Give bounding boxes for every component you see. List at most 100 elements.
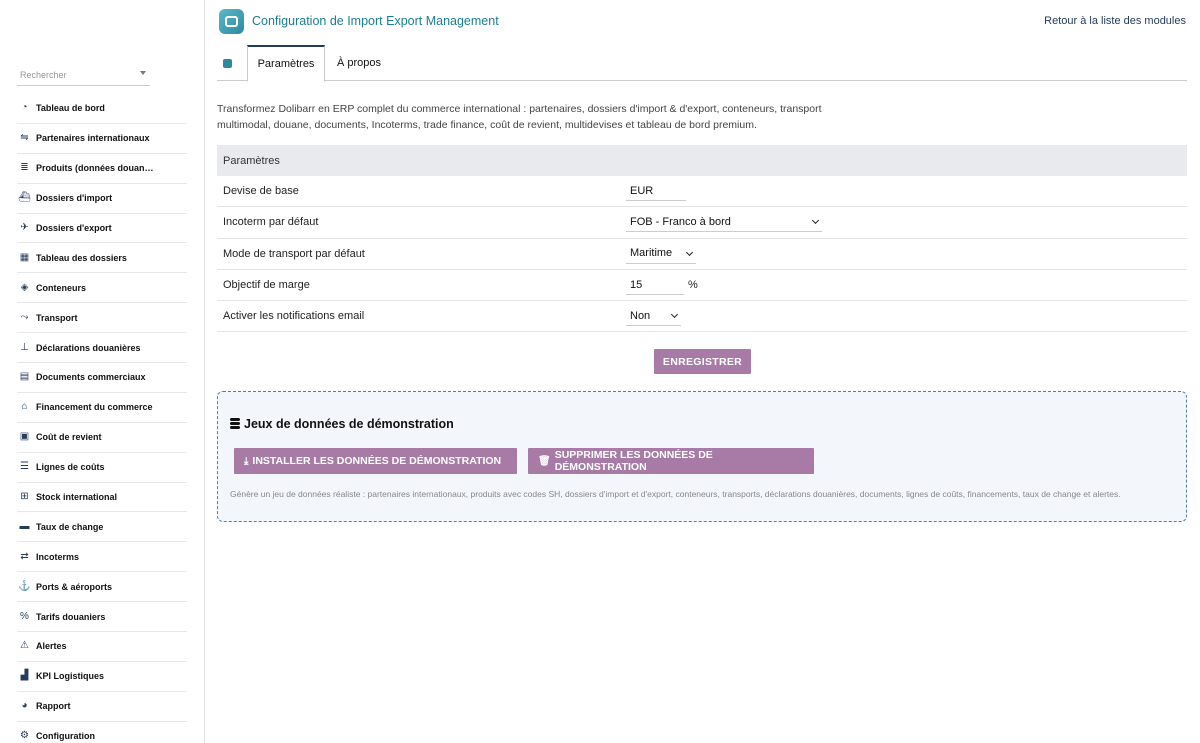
sidebar-item-files-table[interactable]: ▦ Tableau des dossiers <box>17 243 187 274</box>
chevron-down-icon <box>685 248 694 256</box>
setting-label: Mode de transport par défaut <box>223 247 365 260</box>
sidebar-item-partners[interactable]: ⇋ Partenaires internationaux <box>17 123 187 154</box>
setting-row-default-incoterm: Incoterm par défaut FOB - Franco à bord <box>217 207 1187 239</box>
sidebar-item-alerts[interactable]: ⚠ Alertes <box>17 632 187 662</box>
search-placeholder: Rechercher <box>20 70 67 80</box>
delete-demo-data-button[interactable]: 🗑 SUPPRIMER LES DONNÉES DE DÉMONSTRATION <box>528 448 814 474</box>
sidebar-item-label: Documents commerciaux <box>36 372 146 383</box>
sidebar-item-containers[interactable]: ◈ Conteneurs <box>17 273 187 304</box>
download-icon: ⤓ <box>244 455 249 467</box>
sidebar-item-label: Financement du commerce <box>36 402 153 413</box>
sidebar-item-report[interactable]: ◕ Rapport <box>17 691 187 722</box>
sidebar-item-exchange-rates[interactable]: ▬ Taux de change <box>17 512 187 543</box>
sidebar-item-configuration[interactable]: ⚙ Configuration <box>17 721 187 743</box>
email-notifications-select[interactable]: Non <box>626 306 681 327</box>
demo-data-title: Jeux de données de démonstration <box>230 417 454 431</box>
sidebar-item-label: Produits (données douaniè... <box>36 163 154 174</box>
handshake-icon: ⇋ <box>20 132 29 144</box>
trash-icon: 🗑 <box>538 455 551 467</box>
margin-target-input[interactable]: 15 <box>626 275 684 296</box>
percent-icon: % <box>20 610 29 622</box>
tab-about[interactable]: À propos <box>325 45 393 81</box>
sidebar-item-customs-declarations[interactable]: ⊥ Déclarations douanières <box>17 333 187 364</box>
stamp-icon: ⊥ <box>20 341 29 353</box>
sidebar-item-trade-finance[interactable]: ⌂ Financement du commerce <box>17 392 187 423</box>
sidebar-item-international-stock[interactable]: ⊞ Stock international <box>17 482 187 513</box>
settings-table-header: Paramètres <box>217 145 1187 176</box>
sidebar-item-label: Dossiers d'export <box>36 223 112 233</box>
sidebar-item-commercial-documents[interactable]: ▤ Documents commerciaux <box>17 363 187 393</box>
sidebar-item-label: Tarifs douaniers <box>36 611 106 622</box>
sidebar-item-label: Coût de revient <box>36 432 102 443</box>
dashboard-icon: ◔ <box>21 102 28 114</box>
base-currency-input[interactable]: EUR <box>626 181 686 202</box>
pie-icon: ◕ <box>21 700 28 712</box>
calculator-icon: ▣ <box>19 431 30 443</box>
margin-unit: % <box>688 279 698 292</box>
module-logo-icon <box>219 9 244 34</box>
setting-label: Activer les notifications email <box>223 310 365 323</box>
sidebar-item-export-files[interactable]: ✈ Dossiers d'export <box>17 213 187 244</box>
sidebar-item-label: Alertes <box>36 641 67 652</box>
sidebar-menu: ◔ Tableau de bord ⇋ Partenaires internatio… <box>17 94 187 743</box>
default-incoterm-select[interactable]: FOB - Franco à bord <box>626 212 822 233</box>
install-demo-data-label: INSTALLER LES DONNÉES DE DÉMONSTRATION <box>252 455 502 467</box>
chevron-down-icon <box>140 71 146 75</box>
sidebar-item-label: Tableau de bord <box>36 103 105 114</box>
setting-row-email-notifications: Activer les notifications email Non <box>217 301 1187 333</box>
email-notifications-value: Non <box>630 309 651 322</box>
sidebar-item-cost-price[interactable]: ▣ Coût de revient <box>17 422 187 453</box>
sidebar-item-transport[interactable]: ⤳ Transport <box>17 303 187 334</box>
sidebar-item-label: Rapport <box>36 701 71 712</box>
sidebar-item-label: Taux de change <box>36 521 104 532</box>
chevron-down-icon <box>670 311 679 319</box>
sidebar-item-import-files[interactable]: ⛴ Dossiers d'import <box>17 183 187 214</box>
exchange-icon: ⇄ <box>20 550 29 562</box>
setting-label: Incoterm par défaut <box>223 216 319 229</box>
warehouse-icon: ⊞ <box>20 491 29 503</box>
sidebar-item-label: Conteneurs <box>36 282 87 293</box>
anchor-icon: ⚓ <box>18 580 31 592</box>
search-select[interactable]: Rechercher <box>17 66 150 86</box>
save-button[interactable]: ENREGISTRER <box>654 349 751 374</box>
sidebar-item-incoterms[interactable]: ⇄ Incoterms <box>17 542 187 573</box>
sidebar-item-cost-lines[interactable]: ☰ Lignes de coûts <box>17 452 187 483</box>
sidebar-item-label: Ports & aéroports <box>36 581 113 592</box>
tab-settings[interactable]: Paramètres <box>247 45 325 82</box>
database-icon <box>230 418 240 430</box>
default-incoterm-value: FOB - Franco à bord <box>630 215 731 228</box>
warning-icon: ⚠ <box>20 640 29 652</box>
sidebar-item-ports-airports[interactable]: ⚓ Ports & aéroports <box>17 572 187 603</box>
sidebar-item-products[interactable]: ≣ Produits (données douaniè... <box>17 153 187 184</box>
sidebar-item-label: Déclarations douanières <box>36 342 141 353</box>
demo-data-title-text: Jeux de données de démonstration <box>244 417 454 431</box>
back-to-modules-link[interactable]: Retour à la liste des modules <box>1044 15 1186 27</box>
sidebar-item-label: Partenaires internationaux <box>36 133 150 144</box>
table-icon: ▦ <box>19 251 30 263</box>
sidebar-item-label: Transport <box>36 312 78 323</box>
gear-icon: ⚙ <box>20 730 29 742</box>
box-icon: ◈ <box>20 281 29 293</box>
module-description: Transformez Dolibarr en ERP complet du c… <box>217 103 822 131</box>
route-icon: ⤳ <box>20 311 29 323</box>
sidebar-item-logistics-kpi[interactable]: ▟ KPI Logistiques <box>17 661 187 692</box>
install-demo-data-button[interactable]: ⤓ INSTALLER LES DONNÉES DE DÉMONSTRATION <box>234 448 517 474</box>
demo-data-panel: Jeux de données de démonstration ⤓ INSTA… <box>217 391 1187 522</box>
default-transport-select[interactable]: Maritime <box>626 244 696 264</box>
demo-data-note: Génère un jeu de données réaliste : part… <box>230 489 1121 499</box>
barcode-icon: ≣ <box>20 162 29 174</box>
document-icon: ▤ <box>19 371 30 383</box>
money-icon: ▬ <box>19 520 30 532</box>
sidebar-item-customs-tariffs[interactable]: % Tarifs douaniers <box>17 602 187 633</box>
sidebar-item-label: KPI Logistiques <box>36 671 105 682</box>
sidebar-item-label: Stock international <box>36 492 118 503</box>
page-title: Configuration de Import Export Managemen… <box>252 14 499 28</box>
tab-bar: Paramètres À propos <box>217 45 1187 82</box>
setting-label: Objectif de marge <box>223 279 310 292</box>
chart-icon: ▟ <box>20 670 29 682</box>
sidebar: Rechercher ◔ Tableau de bord ⇋ Partenaires… <box>0 0 205 743</box>
module-tab-icon <box>223 59 232 68</box>
sidebar-item-dashboard[interactable]: ◔ Tableau de bord <box>17 94 187 124</box>
setting-row-default-transport: Mode de transport par défaut Maritime <box>217 239 1187 270</box>
setting-row-margin-target: Objectif de marge 15 % <box>217 270 1187 302</box>
